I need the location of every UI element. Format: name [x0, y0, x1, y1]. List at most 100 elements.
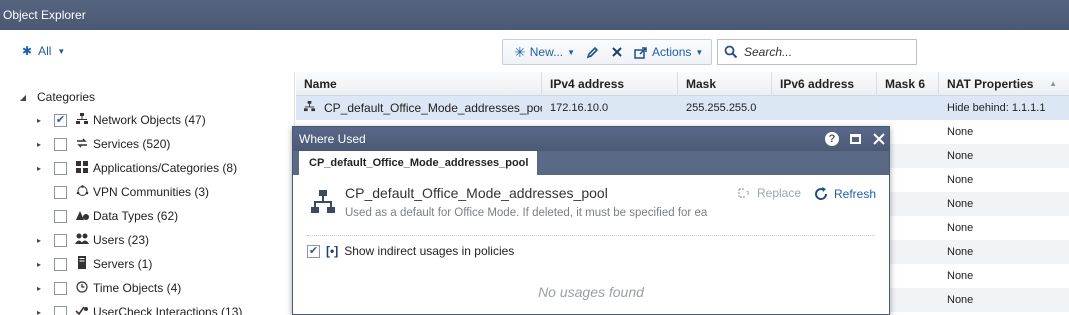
- asterisk-icon: ✱: [22, 44, 33, 58]
- tree-item-checkbox[interactable]: [54, 209, 67, 223]
- clock-icon: [75, 280, 89, 296]
- tree-item[interactable]: ▸ Services (520): [34, 133, 170, 155]
- server-icon: [75, 256, 89, 272]
- replace-label: Replace: [757, 186, 802, 200]
- tree-item[interactable]: ▸ Servers (1): [34, 253, 152, 275]
- cell-nat: Hide behind: 1.1.1.1: [939, 96, 1069, 120]
- tree-item[interactable]: Data Types (62): [34, 205, 178, 227]
- expand-arrow-icon[interactable]: ▸: [34, 236, 44, 245]
- indirect-usages-toggle[interactable]: [•] Show indirect usages in policies: [307, 244, 514, 258]
- tree-root-categories[interactable]: ◢ Categories: [18, 86, 95, 108]
- object-explorer-window: Object Explorer ✱ All ▼ ✳ New... ▼ Actio…: [0, 0, 1069, 315]
- cell-nat-text: Hide behind: 1.1.1.1: [947, 102, 1046, 114]
- window-title: Object Explorer: [0, 0, 1069, 30]
- indirect-usage-icon: [•]: [326, 244, 339, 258]
- expand-arrow-icon[interactable]: ▸: [34, 116, 44, 125]
- expand-arrow-icon[interactable]: ▸: [34, 260, 44, 269]
- cell-nat: None: [939, 216, 1069, 240]
- expand-arrow-icon[interactable]: [34, 212, 44, 221]
- tree-item-label: Servers (1): [93, 257, 153, 271]
- search-input[interactable]: [744, 45, 914, 59]
- close-icon[interactable]: [871, 131, 887, 147]
- all-filter-label: All: [38, 44, 52, 58]
- tree-item-label: VPN Communities (3): [93, 185, 210, 199]
- data-types-icon: [75, 209, 89, 224]
- cell-ipv6: [772, 96, 877, 120]
- indirect-usages-checkbox[interactable]: [307, 244, 320, 258]
- tree-item-label: Users (23): [93, 233, 150, 247]
- help-icon[interactable]: ?: [825, 132, 839, 146]
- tree-item-label: Data Types (62): [93, 209, 179, 223]
- delete-x-icon[interactable]: [605, 40, 629, 64]
- actions-button[interactable]: Actions ▼: [629, 40, 708, 64]
- cell-name-text: CP_default_Office_Mode_addresses_pool: [324, 101, 542, 115]
- services-icon: [75, 137, 89, 152]
- col-header-name[interactable]: Name: [296, 72, 542, 96]
- chevron-down-icon: ▼: [57, 46, 66, 56]
- tree-item-label: UserCheck Interactions (13): [93, 305, 243, 315]
- col-header-mask6[interactable]: Mask 6: [877, 72, 939, 96]
- expanded-arrow-icon[interactable]: ◢: [18, 93, 28, 102]
- col-header-mask[interactable]: Mask: [678, 72, 772, 96]
- col-header-ipv6[interactable]: IPv6 address: [772, 72, 877, 96]
- cell-nat: None: [939, 144, 1069, 168]
- tree-item[interactable]: ▸ UserCheck Interactions (13): [34, 301, 242, 315]
- tree-item[interactable]: VPN Communities (3): [34, 181, 209, 203]
- refresh-button[interactable]: Refresh: [813, 186, 876, 202]
- cell-nat-text: None: [947, 294, 974, 306]
- tree-item[interactable]: ▸ Users (23): [34, 229, 149, 251]
- refresh-icon: [815, 187, 828, 200]
- divider: [307, 235, 875, 236]
- network-icon: [75, 112, 89, 128]
- empty-state-message: No usages found: [538, 284, 644, 300]
- tree-item-checkbox[interactable]: [54, 185, 67, 199]
- tab-object[interactable]: CP_default_Office_Mode_addresses_pool: [299, 151, 537, 175]
- col-header-ipv4[interactable]: IPv4 address: [542, 72, 678, 96]
- tree-item-checkbox[interactable]: [54, 257, 67, 271]
- tree-item-checkbox[interactable]: [54, 305, 67, 315]
- tree-item[interactable]: ▸ Network Objects (47): [34, 109, 206, 131]
- sort-up-icon: ▲: [1049, 79, 1057, 88]
- expand-arrow-icon[interactable]: ▸: [34, 164, 44, 173]
- col-header-nat-label: NAT Properties: [947, 77, 1034, 91]
- tree-item-checkbox[interactable]: [54, 233, 67, 247]
- table-row[interactable]: CP_default_Office_Mode_addresses_pool 172…: [296, 96, 1069, 120]
- tree-item-label: Services (520): [93, 137, 171, 151]
- dialog-title: Where Used: [293, 127, 889, 151]
- tree-item[interactable]: ▸ Time Objects (4): [34, 277, 181, 299]
- tree-item-label: Applications/Categories (8): [93, 161, 238, 175]
- search-box[interactable]: [717, 39, 917, 65]
- expand-arrow-icon[interactable]: ▸: [34, 284, 44, 293]
- new-star-icon: ✳: [514, 43, 526, 60]
- replace-button[interactable]: Replace: [737, 186, 801, 200]
- tree-item-checkbox[interactable]: [54, 137, 67, 151]
- chevron-down-icon: ▼: [567, 47, 576, 57]
- cell-nat-text: None: [947, 246, 974, 258]
- expand-arrow-icon[interactable]: ▸: [34, 308, 44, 315]
- cell-nat: None: [939, 264, 1069, 288]
- vpn-icon: [75, 184, 89, 200]
- new-button-label: New...: [529, 45, 564, 59]
- object-name: CP_default_Office_Mode_addresses_pool: [345, 185, 608, 201]
- cell-nat: None: [939, 240, 1069, 264]
- refresh-label: Refresh: [834, 187, 877, 201]
- cell-nat-text: None: [947, 174, 974, 186]
- toolbar: ✱ All ▼ ✳ New... ▼ Actions ▼: [0, 30, 1069, 72]
- tree-item-checkbox[interactable]: [54, 113, 67, 127]
- indirect-usages-label: Show indirect usages in policies: [344, 244, 515, 258]
- expand-arrow-icon[interactable]: ▸: [34, 140, 44, 149]
- expand-arrow-icon[interactable]: [34, 188, 44, 197]
- col-header-nat[interactable]: NAT Properties ▲: [939, 72, 1069, 96]
- actions-button-label: Actions: [652, 45, 692, 59]
- grid-header: Name IPv4 address Mask IPv6 address Mask…: [296, 72, 1069, 96]
- edit-pencil-icon[interactable]: [580, 40, 605, 64]
- tree-item-checkbox[interactable]: [54, 161, 67, 175]
- maximize-icon[interactable]: [847, 131, 863, 147]
- tree-item-checkbox[interactable]: [54, 281, 67, 295]
- tree-item[interactable]: ▸ Applications/Categories (8): [34, 157, 237, 179]
- new-button[interactable]: ✳ New... ▼: [509, 40, 580, 64]
- all-filter-dropdown[interactable]: ✱ All ▼: [22, 44, 65, 58]
- tree-root-label: Categories: [37, 90, 96, 104]
- cell-nat-text: None: [947, 126, 974, 138]
- cell-nat: None: [939, 120, 1069, 144]
